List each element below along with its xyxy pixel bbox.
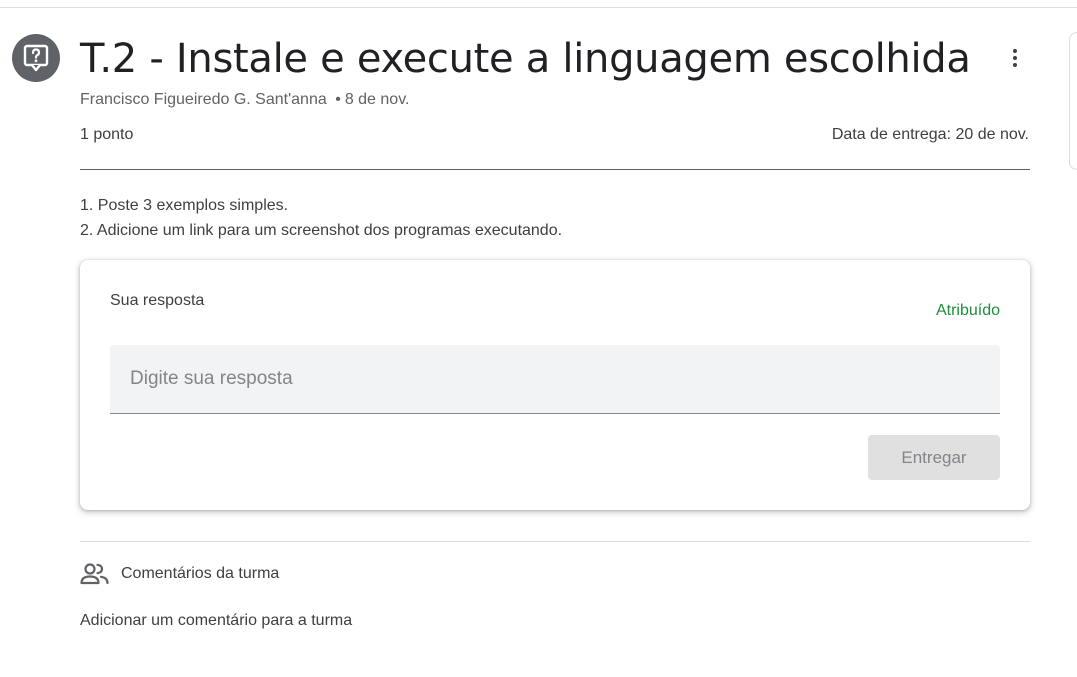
side-card-edge	[1069, 32, 1077, 170]
assignment-question-icon	[12, 34, 60, 82]
kebab-dot	[1013, 49, 1017, 53]
header-divider	[80, 169, 1030, 170]
assignment-meta: Francisco Figueiredo G. Sant'anna • 8 de …	[80, 91, 409, 109]
class-comments-header: Comentários da turma	[80, 563, 279, 585]
author-name: Francisco Figueiredo G. Sant'anna	[80, 91, 327, 108]
submit-button[interactable]: Entregar	[868, 435, 1000, 480]
posted-date: 8 de nov.	[344, 91, 410, 108]
people-icon	[80, 563, 109, 585]
more-options-icon[interactable]	[998, 40, 1032, 76]
comments-divider	[80, 541, 1030, 542]
top-divider	[0, 7, 1077, 8]
add-class-comment-link[interactable]: Adicionar um comentário para a turma	[80, 612, 352, 630]
question-icon	[23, 44, 49, 72]
instructions: 1. Poste 3 exemplos simples. 2. Adicione…	[80, 193, 562, 243]
instruction-line: 2. Adicione um link para um screenshot d…	[80, 222, 563, 239]
your-work-card: Sua resposta Atribuído Entregar	[80, 260, 1030, 510]
assignment-title: T.2 - Instale e execute a linguagem esco…	[80, 36, 971, 82]
status-badge: Atribuído	[935, 302, 1000, 319]
meta-separator: •	[335, 91, 341, 108]
due-date: Data de entrega: 20 de nov.	[831, 126, 1029, 143]
your-work-title: Sua resposta	[110, 292, 205, 309]
class-comments-label: Comentários da turma	[121, 565, 280, 582]
instruction-line: 1. Poste 3 exemplos simples.	[80, 197, 289, 214]
answer-input[interactable]	[110, 345, 1000, 414]
kebab-dot	[1013, 56, 1017, 60]
kebab-dot	[1013, 63, 1017, 67]
points: 1 ponto	[80, 126, 134, 143]
